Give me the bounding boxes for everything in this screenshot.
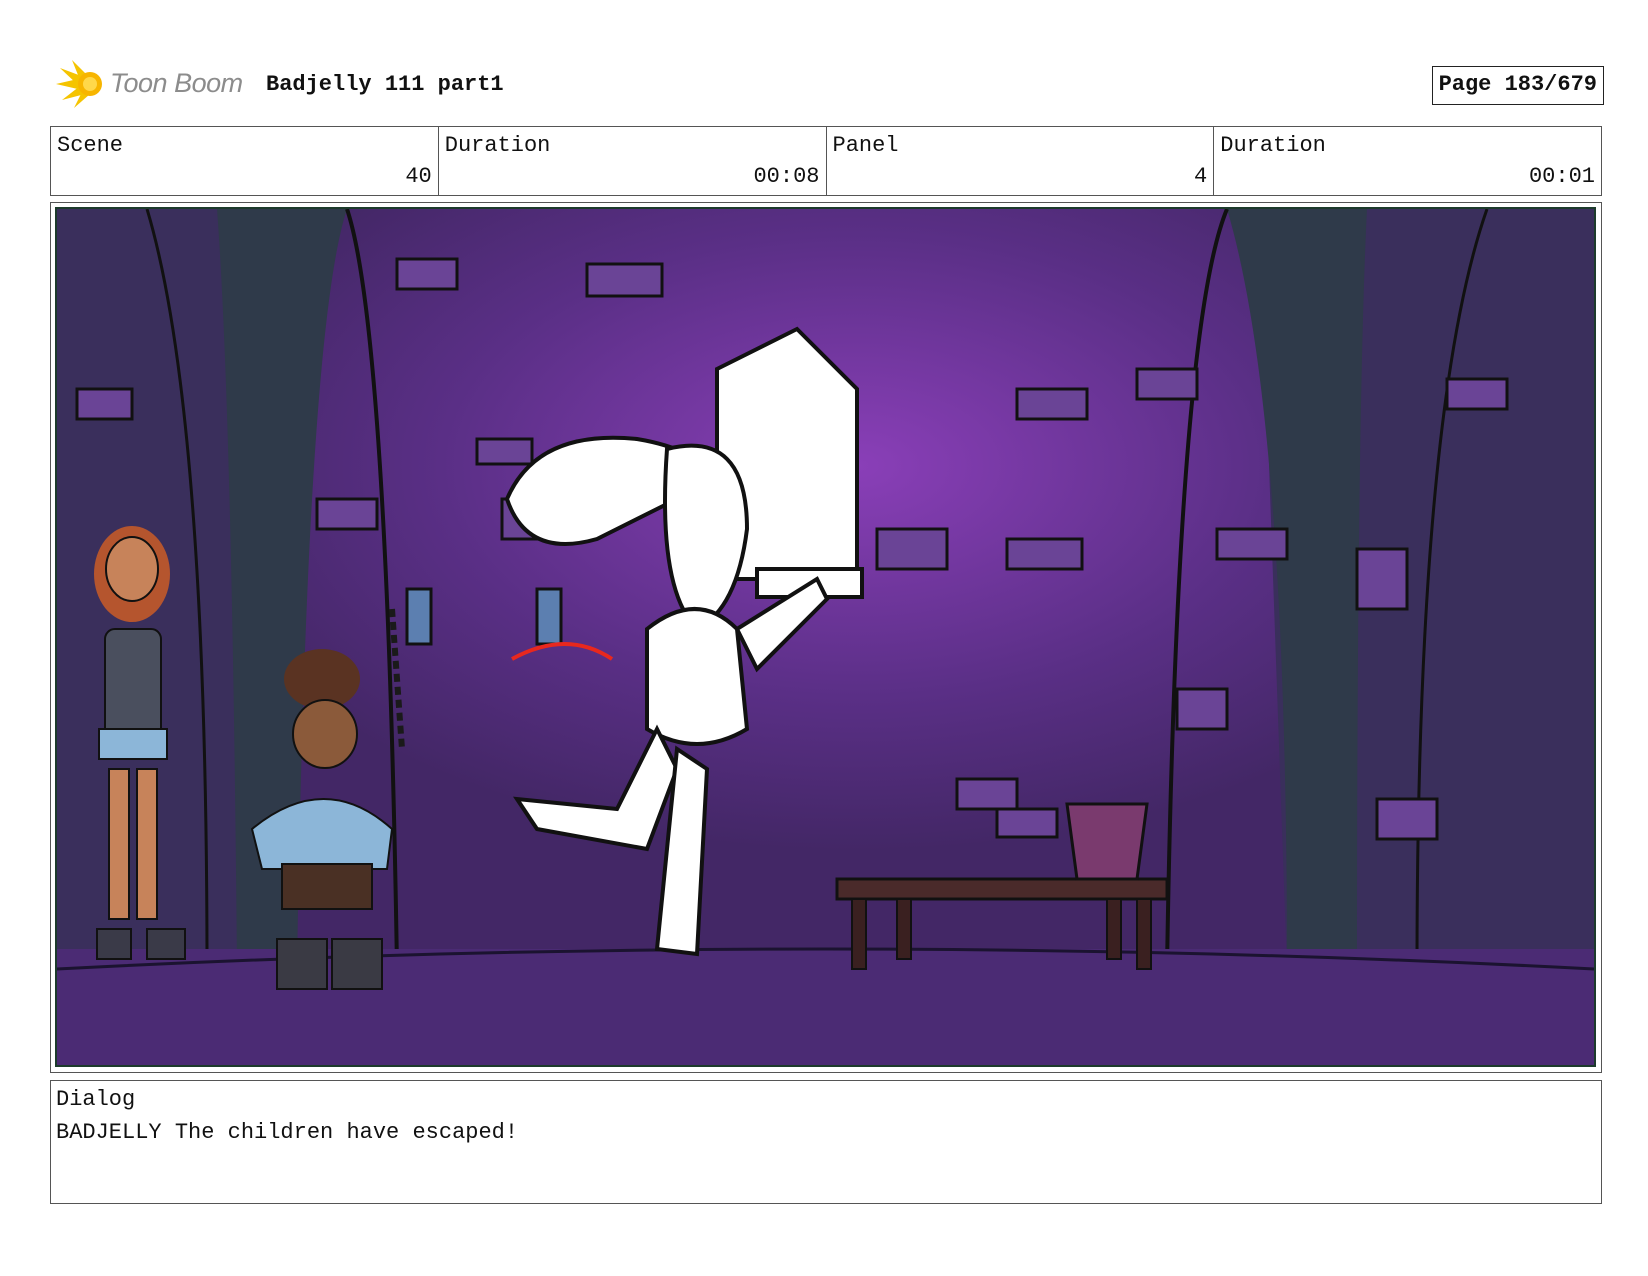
panel-value: 4	[1194, 164, 1208, 189]
scene-duration-value: 00:08	[753, 164, 820, 189]
storyboard-header: Toon Boom Badjelly 111 part1 Page 183/67…	[52, 58, 1604, 112]
scene-cell: Scene 40	[51, 127, 439, 195]
scene-duration-cell: Duration 00:08	[439, 127, 827, 195]
project-title: Badjelly 111 part1	[266, 72, 504, 97]
scene-label: Scene	[57, 133, 124, 158]
panel-duration-label: Duration	[1220, 133, 1326, 158]
dialog-box: Dialog BADJELLY The children have escape…	[50, 1080, 1602, 1204]
scene-value: 40	[405, 164, 432, 189]
panel-cell: Panel 4	[827, 127, 1215, 195]
dialog-text: BADJELLY The children have escaped!	[56, 1120, 519, 1145]
toon-boom-logo: Toon Boom	[52, 58, 252, 112]
page-counter: Page 183/679	[1431, 66, 1604, 105]
storyboard-panel-image	[55, 207, 1596, 1067]
panel-label: Panel	[832, 133, 899, 158]
logo-wordmark: Toon Boom	[110, 68, 243, 98]
dungeon-scene-illustration	[57, 209, 1594, 1065]
sun-burst-icon	[56, 60, 102, 108]
panel-duration-value: 00:01	[1528, 164, 1595, 189]
panel-duration-cell: Duration 00:01	[1214, 127, 1601, 195]
panel-frame	[50, 202, 1602, 1073]
scene-duration-label: Duration	[444, 133, 551, 158]
dialog-label: Dialog	[56, 1087, 136, 1112]
panel-info-row: Scene 40 Duration 00:08 Panel 4 Duration…	[50, 126, 1602, 196]
bucket	[1065, 802, 1149, 881]
